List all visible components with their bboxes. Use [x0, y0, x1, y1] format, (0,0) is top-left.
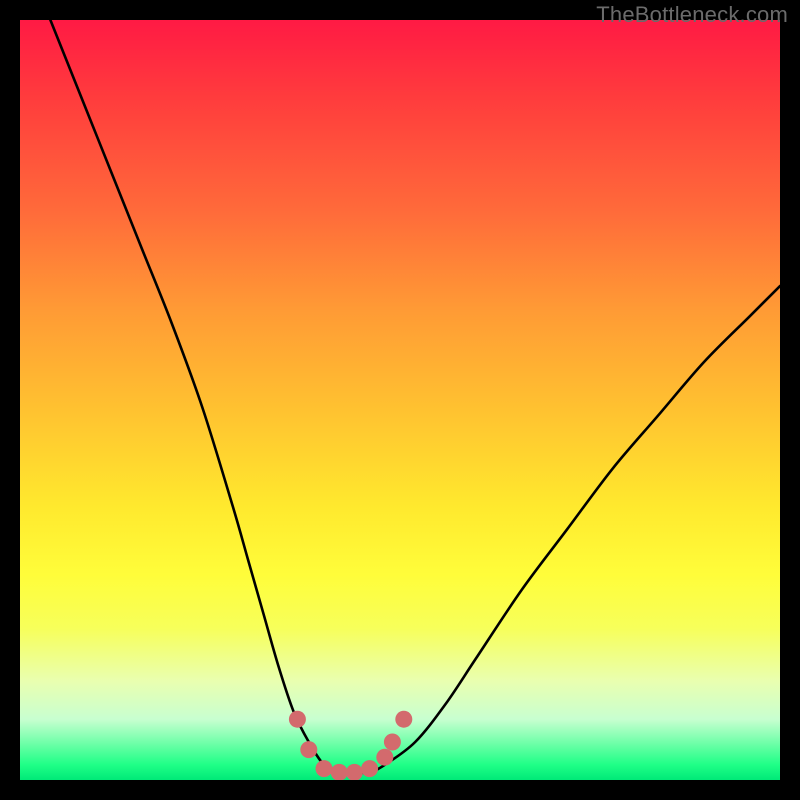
trough-marker [395, 711, 412, 728]
trough-marker [316, 760, 333, 777]
watermark-text: TheBottleneck.com [596, 2, 788, 28]
trough-markers [289, 711, 412, 780]
trough-marker [346, 764, 363, 780]
chart-area [20, 20, 780, 780]
trough-marker [289, 711, 306, 728]
trough-marker [331, 764, 348, 780]
trough-marker [384, 734, 401, 751]
trough-marker [376, 749, 393, 766]
bottleneck-curve [50, 20, 780, 773]
trough-marker [361, 760, 378, 777]
trough-marker [300, 741, 317, 758]
chart-svg [20, 20, 780, 780]
